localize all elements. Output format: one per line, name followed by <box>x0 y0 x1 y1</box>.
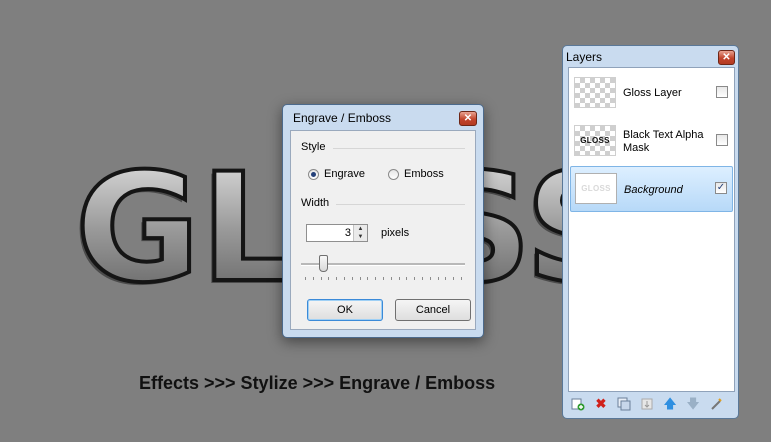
merge-layer-icon[interactable] <box>638 395 656 413</box>
slider-tick <box>383 277 384 280</box>
slider-tick <box>437 277 439 280</box>
slider-tick <box>344 277 345 280</box>
slider-tick <box>461 277 462 280</box>
duplicate-layer-icon[interactable] <box>615 395 633 413</box>
ok-button[interactable]: OK <box>307 299 383 321</box>
width-slider-ticks <box>305 277 463 281</box>
slider-tick <box>445 277 447 280</box>
slider-tick <box>351 277 353 280</box>
layer-visibility-checkbox[interactable] <box>716 134 728 146</box>
stepper-down-icon[interactable]: ▼ <box>354 233 367 241</box>
stepper-up-icon[interactable]: ▲ <box>354 225 367 233</box>
close-icon: ✕ <box>463 113 473 124</box>
width-group-label: Width <box>301 197 330 209</box>
close-icon: ✕ <box>722 52 731 63</box>
layer-thumbnail: GLOSS <box>574 125 616 156</box>
layer-row-black-text-alpha-mask[interactable]: GLOSS Black Text Alpha Mask <box>570 119 733 163</box>
layer-name: Gloss Layer <box>623 87 682 99</box>
engrave-radio-dot[interactable] <box>308 168 319 180</box>
layer-name: Black Text Alpha Mask <box>623 129 704 154</box>
slider-tick <box>375 277 377 280</box>
slider-tick <box>390 277 392 280</box>
emboss-radio[interactable]: Emboss <box>388 168 444 180</box>
layers-close-button[interactable]: ✕ <box>718 50 735 65</box>
slider-tick <box>453 277 455 280</box>
width-value[interactable]: 3 <box>345 227 351 239</box>
layers-toolbar: ✖ 🡅 🡇 <box>569 395 725 413</box>
layer-visibility-checkbox[interactable] <box>716 86 728 98</box>
emboss-radio-dot[interactable] <box>388 168 399 180</box>
style-group-label: Style <box>301 141 326 153</box>
layer-visibility-checkbox[interactable]: ✓ <box>715 182 727 194</box>
layer-thumbnail-text: GLOSS <box>580 136 610 145</box>
properties-icon[interactable] <box>707 395 725 413</box>
emboss-radio-label: Emboss <box>404 168 444 180</box>
move-up-icon[interactable]: 🡅 <box>661 395 679 413</box>
layers-list: Gloss Layer GLOSS Black Text Alpha Mask … <box>568 67 735 392</box>
slider-tick <box>305 277 306 280</box>
layers-panel: Layers ✕ Gloss Layer GLOSS Black Text Al… <box>562 45 739 419</box>
layers-panel-title: Layers <box>566 50 603 64</box>
canvas-caption: Effects >>> Stylize >>> Engrave / Emboss <box>139 373 496 393</box>
layer-name: Background <box>624 184 683 196</box>
width-stepper-buttons: ▲ ▼ <box>353 225 367 241</box>
layer-row-background[interactable]: GLOSS Background ✓ <box>570 166 733 212</box>
slider-tick <box>414 277 416 280</box>
width-slider-thumb[interactable] <box>319 255 328 272</box>
width-units-label: pixels <box>381 227 410 239</box>
slider-tick <box>422 277 423 280</box>
width-divider <box>336 204 465 205</box>
slider-tick <box>336 277 338 280</box>
slider-tick <box>367 277 369 280</box>
slider-tick <box>406 277 408 280</box>
move-down-icon[interactable]: 🡇 <box>684 395 702 413</box>
slider-tick <box>359 277 361 280</box>
engrave-radio[interactable]: Engrave <box>308 168 365 180</box>
layer-thumbnail-text: GLOSS <box>581 184 611 193</box>
cancel-button[interactable]: Cancel <box>395 299 471 321</box>
slider-tick <box>312 277 314 280</box>
dialog-title: Engrave / Emboss <box>293 111 392 125</box>
dialog-titlebar[interactable]: Engrave / Emboss ✕ <box>283 105 483 129</box>
style-divider <box>333 148 465 149</box>
engrave-emboss-dialog: Engrave / Emboss ✕ Style Engrave Emboss … <box>282 104 484 338</box>
dialog-body: Style Engrave Emboss Width 3 ▲ ▼ pixels … <box>290 130 476 330</box>
add-layer-icon[interactable] <box>569 395 587 413</box>
delete-layer-icon[interactable]: ✖ <box>592 395 610 413</box>
slider-tick <box>398 277 400 280</box>
layer-row-gloss-layer[interactable]: Gloss Layer <box>570 71 733 115</box>
layer-thumbnail <box>574 77 616 108</box>
engrave-radio-label: Engrave <box>324 168 365 180</box>
slider-tick <box>328 277 330 280</box>
layer-thumbnail: GLOSS <box>575 173 617 204</box>
dialog-close-button[interactable]: ✕ <box>459 111 477 126</box>
slider-tick <box>429 277 431 280</box>
slider-tick <box>320 277 322 280</box>
width-stepper[interactable]: 3 ▲ ▼ <box>306 224 368 242</box>
